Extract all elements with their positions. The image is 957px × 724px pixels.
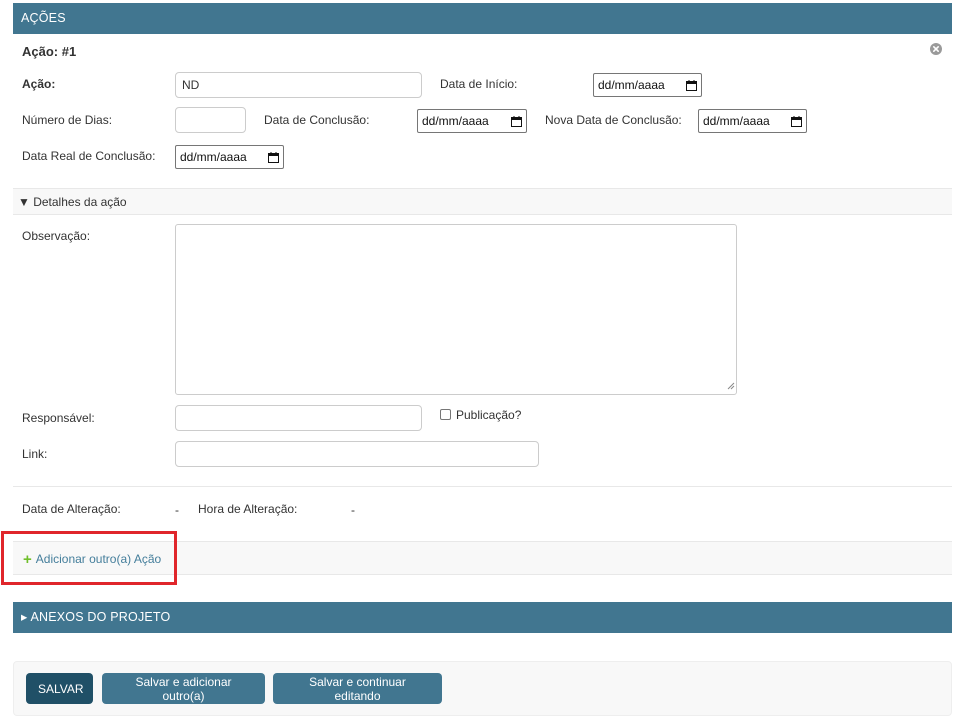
data-conclusao-value: dd/mm/aaaa — [422, 114, 489, 128]
nova-data-conclusao-label: Nova Data de Conclusão: — [545, 113, 682, 127]
close-icon[interactable] — [930, 43, 942, 58]
data-alteracao-label: Data de Alteração: — [22, 502, 121, 516]
data-inicio-label: Data de Início: — [440, 77, 518, 91]
responsavel-label: Responsável: — [22, 411, 95, 425]
acao-label: Ação: — [22, 77, 56, 91]
highlight-annotation — [1, 531, 177, 585]
data-real-conclusao-value: dd/mm/aaaa — [180, 150, 247, 164]
link-label: Link: — [22, 447, 48, 461]
data-inicio-value: dd/mm/aaaa — [598, 78, 665, 92]
nova-data-conclusao-input[interactable]: dd/mm/aaaa — [698, 109, 807, 133]
responsavel-input[interactable] — [175, 405, 422, 431]
save-button[interactable]: SALVAR — [26, 673, 93, 704]
inline-form-title: Ação: #1 — [22, 44, 77, 59]
calendar-icon[interactable] — [511, 115, 522, 127]
save-add-button[interactable]: Salvar e adicionar outro(a) — [102, 673, 265, 704]
acoes-section-title: AÇÕES — [21, 11, 66, 25]
hora-alteracao-value: - — [351, 503, 355, 517]
data-real-conclusao-input[interactable]: dd/mm/aaaa — [175, 145, 284, 169]
hora-alteracao-label: Hora de Alteração: — [198, 502, 298, 516]
data-conclusao-input[interactable]: dd/mm/aaaa — [417, 109, 527, 133]
calendar-icon[interactable] — [686, 79, 697, 91]
acao-input[interactable] — [175, 72, 422, 98]
numero-dias-label: Número de Dias: — [22, 113, 113, 127]
anexos-section-header[interactable]: ▸ ANEXOS DO PROJETO — [13, 602, 952, 633]
publicacao-label: Publicação? — [456, 408, 522, 422]
acoes-section-header: AÇÕES — [13, 3, 952, 34]
data-alteracao-value: - — [175, 503, 179, 517]
data-real-conclusao-label: Data Real de Conclusão: — [22, 149, 156, 163]
anexos-section-title[interactable]: ▸ ANEXOS DO PROJETO — [21, 610, 170, 624]
observacao-textarea[interactable] — [175, 224, 737, 395]
save-continue-button[interactable]: Salvar e continuar editando — [273, 673, 442, 704]
calendar-icon[interactable] — [791, 115, 802, 127]
divider — [13, 486, 952, 487]
resize-grip-icon[interactable] — [726, 379, 735, 393]
link-input[interactable] — [175, 441, 539, 467]
data-conclusao-label: Data de Conclusão: — [264, 113, 370, 127]
details-toggle-bar[interactable]: ▼ Detalhes da ação — [13, 188, 952, 215]
calendar-icon[interactable] — [268, 151, 279, 163]
observacao-label: Observação: — [22, 229, 91, 243]
details-toggle-label[interactable]: ▼ Detalhes da ação — [18, 195, 127, 209]
nova-data-conclusao-value: dd/mm/aaaa — [703, 114, 770, 128]
numero-dias-input[interactable] — [175, 107, 246, 133]
publicacao-checkbox[interactable] — [440, 409, 451, 420]
data-inicio-input[interactable]: dd/mm/aaaa — [593, 73, 702, 97]
